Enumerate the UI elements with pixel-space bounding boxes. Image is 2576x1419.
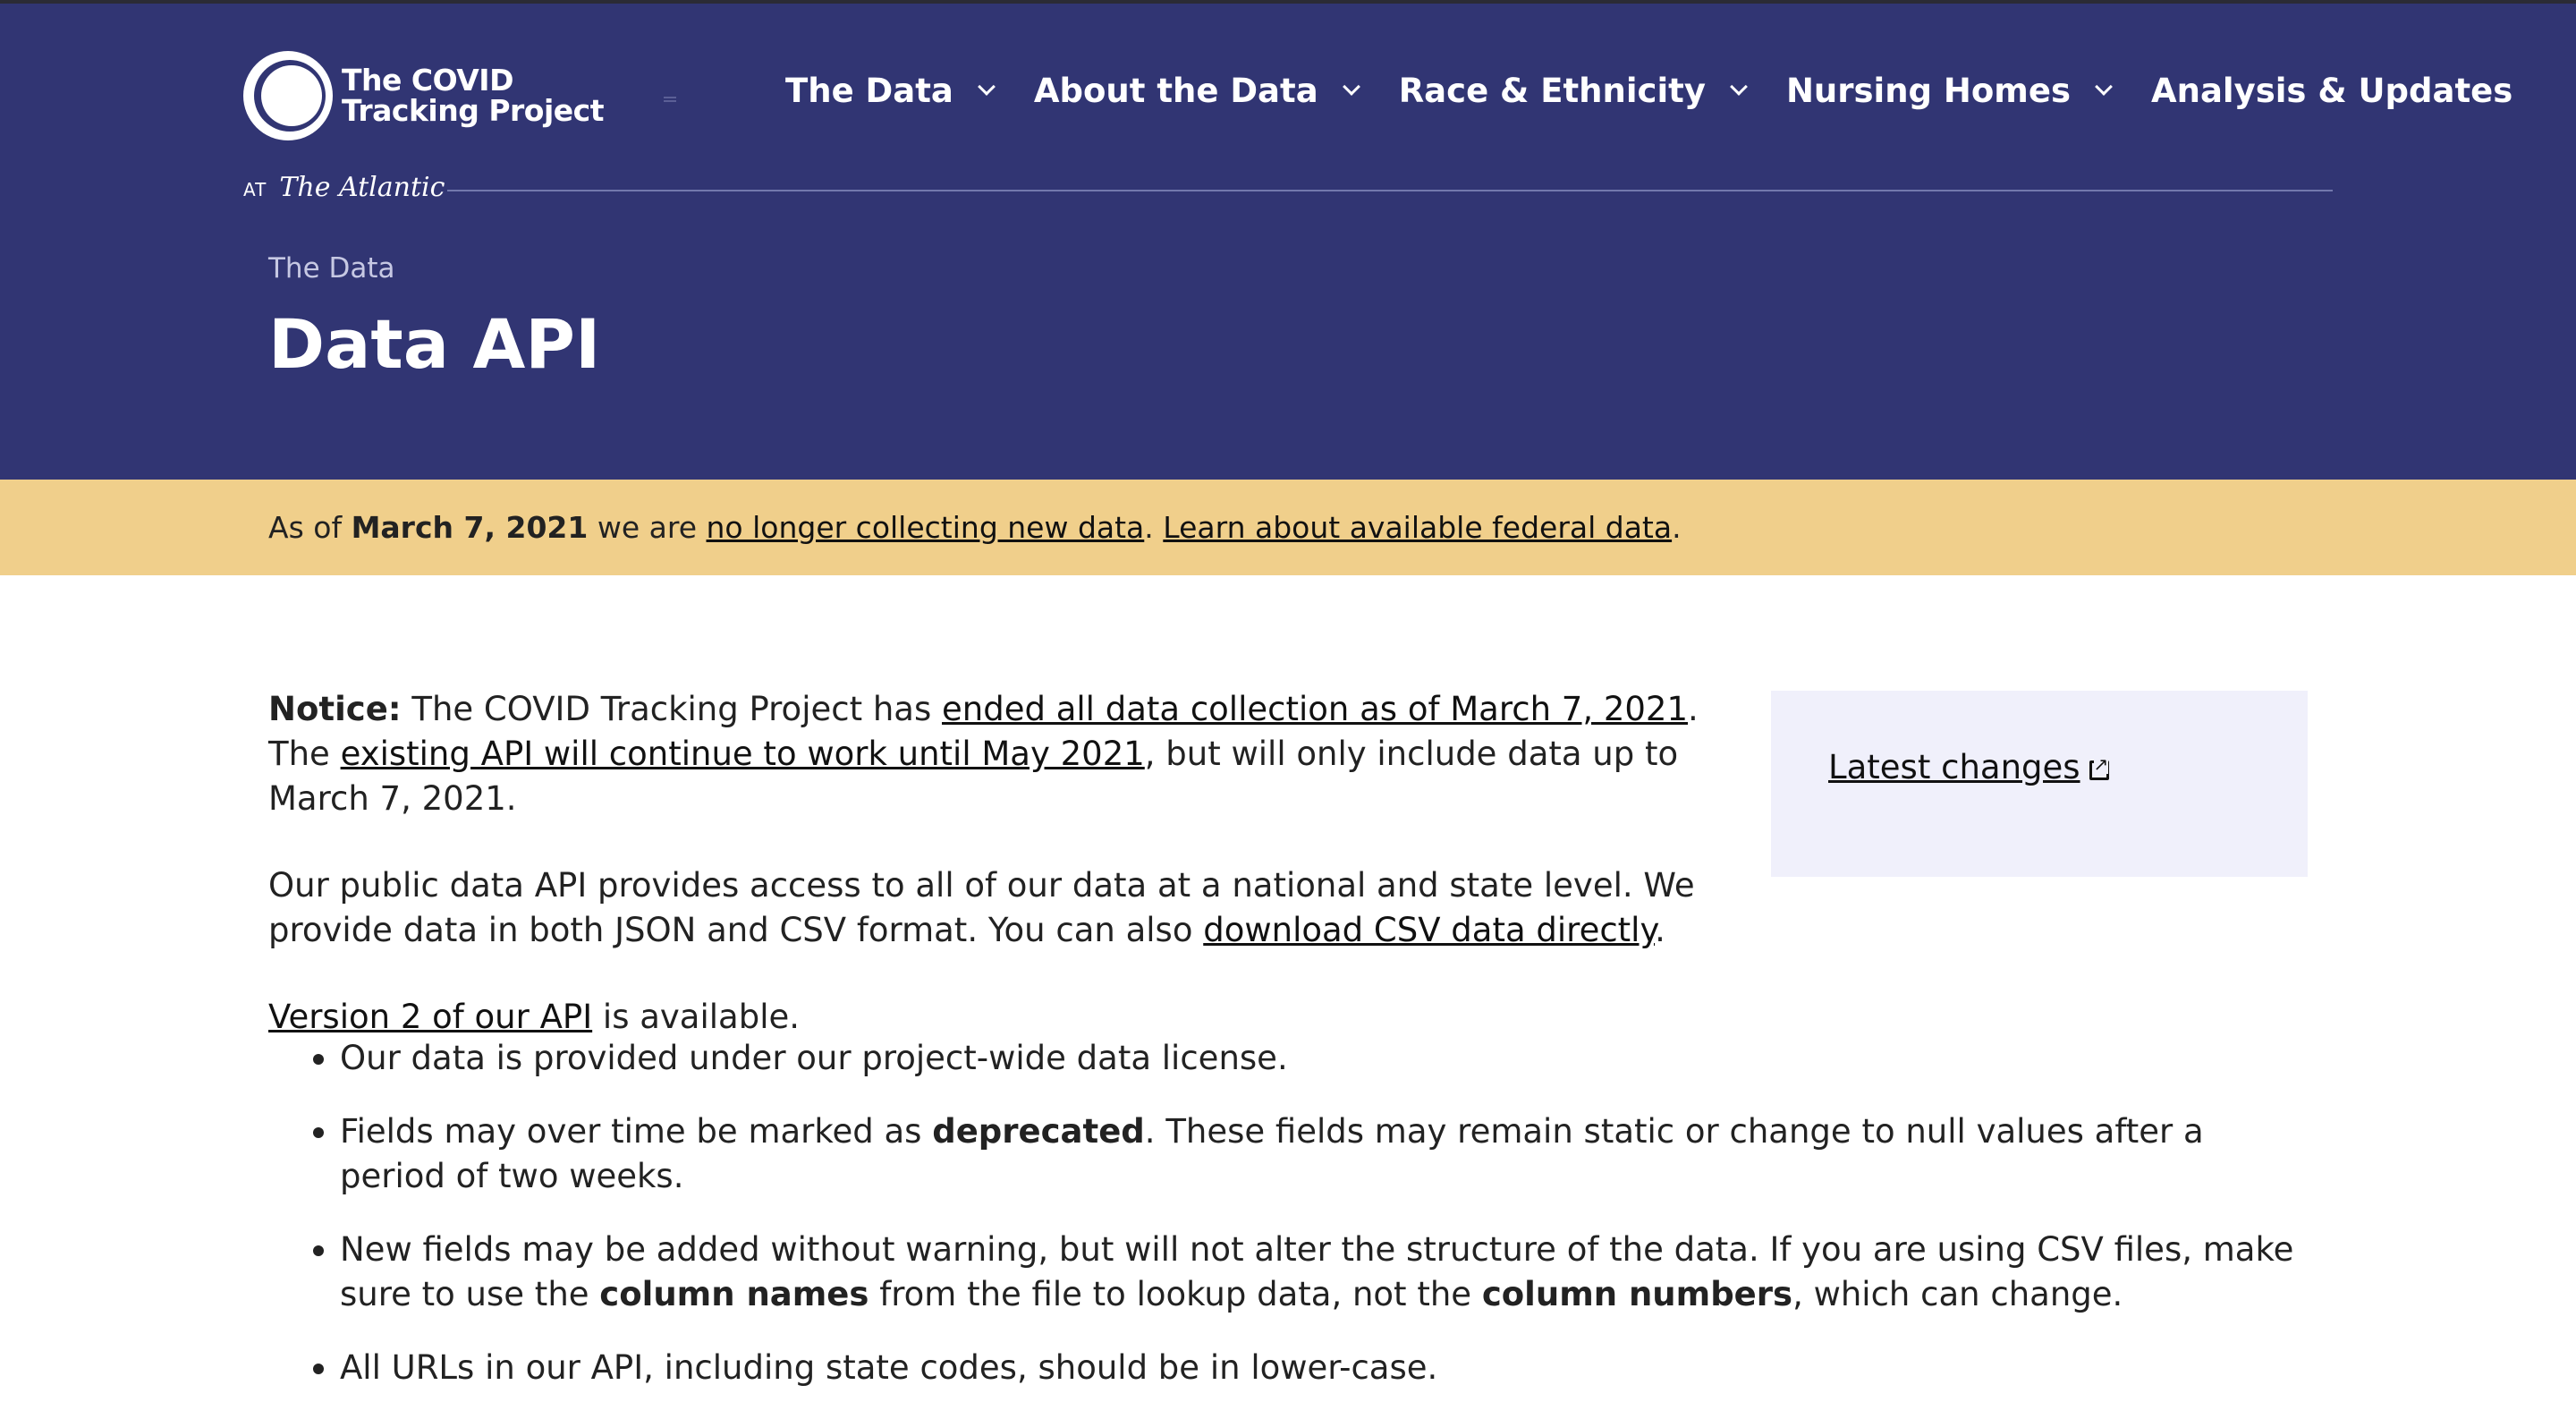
main-nav: The Data About the Data Race & Ethnicity…	[785, 72, 2512, 110]
logo-wordmark: The COVID Tracking Project	[342, 63, 605, 128]
bullet-bold: column numbers	[1481, 1275, 1793, 1313]
bullet-text: All URLs in our API, including state cod…	[340, 1348, 1438, 1387]
logo-line-1: The COVID	[342, 63, 513, 98]
nav-label: Analysis & Updates	[2150, 72, 2513, 110]
bullet-text: from the file to lookup data, not the	[869, 1275, 1482, 1313]
version-text: is available.	[592, 998, 801, 1036]
at-label: AT	[243, 179, 267, 200]
nav-item-the-data[interactable]: The Data	[785, 72, 996, 110]
bullet-text: , which can change.	[1792, 1275, 2123, 1313]
menu-toggle-icon[interactable]	[664, 97, 676, 102]
banner-middle: we are	[597, 510, 697, 545]
bullet-text: .	[1276, 1039, 1288, 1077]
logo-line-2: Tracking Project	[342, 93, 605, 128]
nav-item-analysis-updates[interactable]: Analysis & Updates	[2151, 72, 2512, 110]
intro-text-2: .	[1655, 911, 1665, 949]
main-content: Notice: The COVID Tracking Project has e…	[268, 687, 1717, 1082]
existing-api-link[interactable]: existing API will continue to work until…	[341, 735, 1145, 773]
status-banner: As of March 7, 2021 we are no longer col…	[0, 480, 2576, 575]
list-item: New fields may be added without warning,…	[268, 1228, 2317, 1317]
download-csv-link[interactable]: download CSV data directly	[1203, 911, 1655, 949]
page-title: Data API	[268, 304, 601, 384]
header-divider	[447, 190, 2333, 191]
banner-end: .	[1672, 510, 1682, 545]
nav-label: About the Data	[1033, 72, 1318, 110]
ended-collection-link[interactable]: ended all data collection as of March 7,…	[942, 690, 1688, 728]
bullet-text: Our data is provided under our	[340, 1039, 862, 1077]
version-paragraph: Version 2 of our API is available.	[268, 995, 1717, 1040]
data-license-link[interactable]: project-wide data license	[861, 1039, 1277, 1077]
nav-label: The Data	[785, 72, 953, 110]
sidebar-box: Latest changes	[1771, 691, 2308, 877]
api-notes-list: Our data is provided under our project-w…	[268, 1036, 2317, 1419]
bullet-bold: column names	[599, 1275, 869, 1313]
bullet-bold: deprecated	[932, 1112, 1145, 1151]
publisher-name: The Atlantic	[279, 172, 445, 203]
chevron-down-icon	[2095, 77, 2113, 96]
nav-item-race-ethnicity[interactable]: Race & Ethnicity	[1398, 72, 1748, 110]
publisher-credit[interactable]: AT The Atlantic	[243, 172, 445, 203]
banner-prefix: As of	[268, 510, 343, 545]
nav-label: Race & Ethnicity	[1398, 72, 1706, 110]
list-item: All URLs in our API, including state cod…	[268, 1346, 2317, 1390]
nav-item-about-the-data[interactable]: About the Data	[1033, 72, 1360, 110]
banner-date: March 7, 2021	[351, 510, 589, 545]
site-header: The COVID Tracking Project AT The Atlant…	[0, 4, 2576, 480]
logo-icon	[243, 49, 333, 142]
federal-data-link[interactable]: Learn about available federal data	[1163, 510, 1672, 545]
latest-changes-link[interactable]: Latest changes	[1828, 748, 2109, 786]
list-item: Fields may over time be marked as deprec…	[268, 1109, 2317, 1199]
notice-label: Notice:	[268, 690, 402, 728]
breadcrumb[interactable]: The Data	[268, 252, 395, 285]
chevron-down-icon	[1342, 77, 1360, 96]
no-longer-collecting-link[interactable]: no longer collecting new data	[707, 510, 1145, 545]
chevron-down-icon	[977, 77, 996, 96]
chevron-down-icon	[1730, 77, 1748, 96]
notice-text-1: The COVID Tracking Project has	[401, 690, 943, 728]
external-link-icon	[2089, 754, 2109, 780]
intro-paragraph: Our public data API provides access to a…	[268, 863, 1717, 953]
site-logo[interactable]: The COVID Tracking Project	[243, 47, 605, 145]
banner-sep: .	[1144, 510, 1154, 545]
api-v2-link[interactable]: Version 2 of our API	[268, 998, 592, 1036]
nav-item-nursing-homes[interactable]: Nursing Homes	[1785, 72, 2113, 110]
notice-paragraph: Notice: The COVID Tracking Project has e…	[268, 687, 1717, 821]
latest-changes-label: Latest changes	[1828, 748, 2080, 786]
list-item: Our data is provided under our project-w…	[268, 1036, 2317, 1081]
bullet-text: Fields may over time be marked as	[340, 1112, 933, 1151]
nav-label: Nursing Homes	[1785, 72, 2071, 110]
